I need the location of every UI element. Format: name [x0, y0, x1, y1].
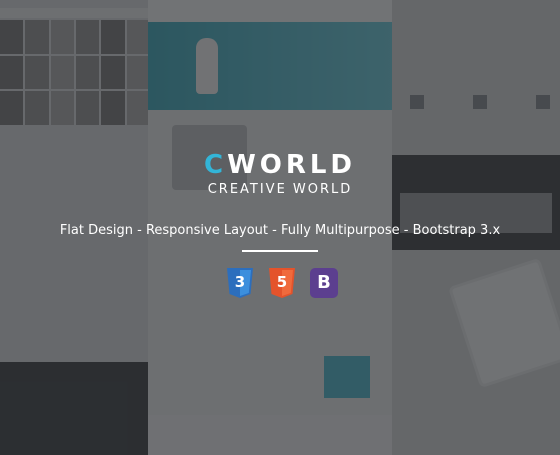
features-line: Flat Design - Responsive Layout - Fully … [59, 223, 501, 238]
html5-label: 5 [276, 273, 288, 291]
css3-icon: 3 [226, 268, 254, 298]
css3-label: 3 [234, 273, 246, 291]
brand-accent-letter: C [203, 150, 228, 180]
brand-title: CWORLD [0, 150, 560, 180]
divider [242, 250, 318, 252]
brand-title-rest: WORLD [227, 150, 357, 180]
bootstrap-icon: B [310, 268, 338, 298]
html5-icon: 5 [268, 268, 296, 298]
bootstrap-label: B [317, 272, 331, 293]
brand-tagline: CREATIVE WORLD [207, 182, 353, 197]
tech-badges: 3 5 B [226, 268, 338, 298]
